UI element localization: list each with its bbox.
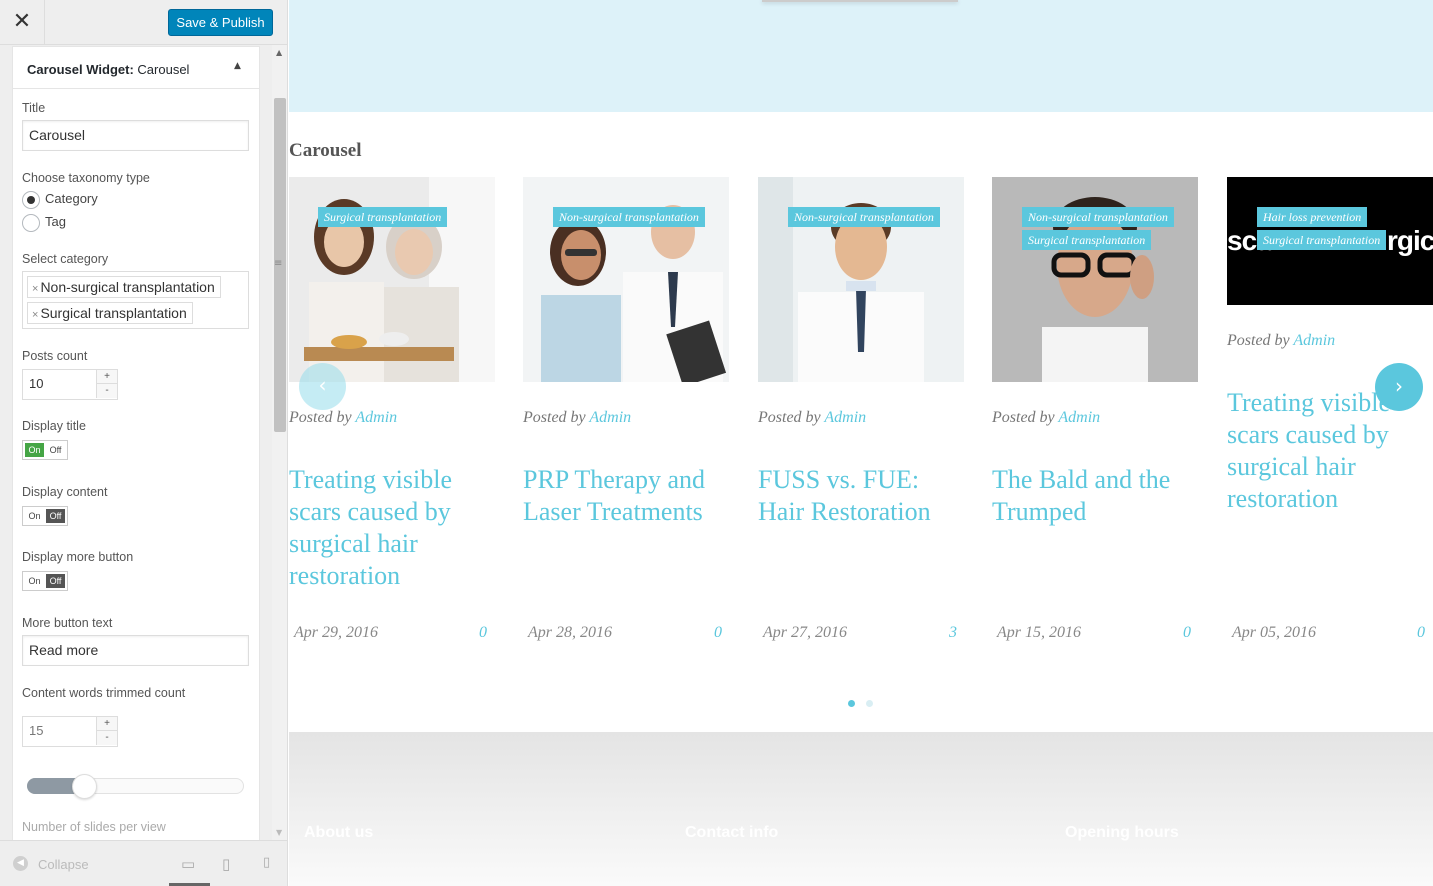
footer-heading-contact: Contact info: [685, 824, 779, 841]
collapse-button[interactable]: Collapse: [38, 857, 89, 872]
post-title-link[interactable]: FUSS vs. FUE: Hair Restoration: [758, 464, 968, 528]
author-link[interactable]: Admin: [1293, 332, 1335, 349]
panel-header: ✕ Save & Publish: [0, 0, 287, 45]
post-meta: Posted by Admin: [289, 409, 398, 426]
close-icon[interactable]: ✕: [0, 0, 45, 45]
collapse-arrow-icon[interactable]: ▲: [234, 61, 241, 71]
post-date: Apr 28, 2016: [528, 624, 612, 641]
comment-count[interactable]: 0: [1417, 624, 1425, 642]
category-chip[interactable]: × Non-surgical transplantation: [27, 276, 221, 298]
widget-header[interactable]: Carousel Widget: Carousel ▲: [13, 47, 259, 89]
post-tag[interactable]: Non-surgical transplantation: [788, 207, 940, 227]
post-title-link[interactable]: PRP Therapy and Laser Treatments: [523, 464, 733, 528]
display-content-label: Display content: [22, 485, 108, 499]
display-more-label: Display more button: [22, 550, 134, 564]
pagination-dot-active[interactable]: [848, 700, 855, 707]
category-select[interactable]: × Non-surgical transplantation × Surgical …: [22, 271, 249, 329]
comment-count[interactable]: 0: [1183, 624, 1191, 642]
posts-count-value[interactable]: 10: [29, 376, 43, 391]
hero-section: [289, 0, 1433, 112]
carousel-prev-button[interactable]: ‹: [299, 363, 346, 410]
post-meta: Posted by Admin: [992, 409, 1101, 426]
trim-count-value[interactable]: 15: [29, 723, 43, 738]
decrement-button[interactable]: -: [96, 731, 117, 745]
trim-count-label: Content words trimmed count: [22, 686, 186, 700]
display-title-toggle[interactable]: On Off: [22, 440, 68, 460]
widget-title: Carousel Widget: Carousel: [27, 62, 190, 77]
radio-category-label: Category: [45, 191, 98, 206]
trim-count-stepper[interactable]: 15 + -: [22, 716, 118, 747]
post-meta: Posted by Admin: [758, 409, 867, 426]
collapse-icon[interactable]: ◀: [13, 856, 28, 871]
category-label: Select category: [22, 252, 109, 266]
post-tag[interactable]: Non-surgical transplantation: [1022, 207, 1174, 227]
panel-footer: ◀ Collapse ▭ ▯ ▯: [0, 840, 287, 886]
post-date: Apr 29, 2016: [294, 624, 378, 641]
comment-count[interactable]: 0: [714, 624, 722, 642]
increment-button[interactable]: +: [96, 370, 117, 384]
customizer-panel: ✕ Save & Publish ▲ ≡ ▼ Carousel Widget: …: [0, 0, 288, 886]
post-date: Apr 05, 2016: [1232, 624, 1316, 641]
scroll-down-arrow-icon[interactable]: ▼: [276, 828, 282, 837]
post-title-link[interactable]: The Bald and the Trumped: [992, 464, 1202, 528]
more-text-label: More button text: [22, 616, 113, 630]
post-tag[interactable]: Surgical transplantation: [1257, 230, 1387, 250]
title-input[interactable]: Carousel: [22, 120, 249, 151]
post-meta: Posted by Admin: [1227, 332, 1336, 349]
site-footer: [289, 732, 1433, 886]
drag-handle-icon[interactable]: ≡: [274, 258, 282, 269]
radio-tag-label: Tag: [45, 214, 66, 229]
more-text-input[interactable]: Read more: [22, 635, 249, 666]
title-label: Title: [22, 101, 46, 115]
carousel-section-title: Carousel: [289, 140, 362, 161]
pagination-dot[interactable]: [866, 700, 873, 707]
comment-count[interactable]: 3: [949, 624, 957, 642]
display-content-toggle[interactable]: On Off: [22, 506, 68, 526]
tablet-icon[interactable]: ▯: [222, 855, 230, 873]
post-image-text: rgica: [1387, 225, 1433, 256]
post-tag[interactable]: Surgical transplantation: [318, 207, 448, 227]
hero-element-shadow: [762, 0, 958, 2]
save-publish-button[interactable]: Save & Publish: [168, 9, 273, 36]
increment-button[interactable]: +: [96, 717, 117, 731]
author-link[interactable]: Admin: [824, 409, 866, 426]
comment-count[interactable]: 0: [479, 624, 487, 642]
carousel-next-button[interactable]: ›: [1375, 363, 1423, 411]
post-tag[interactable]: Non-surgical transplantation: [553, 207, 705, 227]
author-link[interactable]: Admin: [1058, 409, 1100, 426]
post-tag[interactable]: Hair loss prevention: [1257, 207, 1368, 227]
decrement-button[interactable]: -: [96, 384, 117, 398]
display-title-label: Display title: [22, 419, 86, 433]
slides-slider-handle[interactable]: [72, 774, 97, 799]
post-date: Apr 27, 2016: [763, 624, 847, 641]
slides-per-view-label: Number of slides per view: [22, 820, 166, 834]
author-link[interactable]: Admin: [355, 409, 397, 426]
category-chip[interactable]: × Surgical transplantation: [27, 302, 193, 324]
footer-heading-hours: Opening hours: [1065, 824, 1179, 841]
remove-chip-icon[interactable]: ×: [32, 309, 38, 321]
remove-chip-icon[interactable]: ×: [32, 283, 38, 295]
footer-heading-about: About us: [304, 824, 374, 841]
posts-count-label: Posts count: [22, 349, 88, 363]
author-link[interactable]: Admin: [589, 409, 631, 426]
post-tag[interactable]: Surgical transplantation: [1022, 230, 1152, 250]
post-date: Apr 15, 2016: [997, 624, 1081, 641]
display-more-toggle[interactable]: On Off: [22, 571, 68, 591]
post-meta: Posted by Admin: [523, 409, 632, 426]
mobile-icon[interactable]: ▯: [263, 855, 270, 870]
radio-tag[interactable]: [22, 214, 40, 232]
taxonomy-label: Choose taxonomy type: [22, 171, 150, 185]
scroll-up-arrow-icon[interactable]: ▲: [276, 48, 282, 57]
post-title-link[interactable]: Treating visible scars caused by surgica…: [289, 464, 499, 592]
desktop-icon[interactable]: ▭: [181, 855, 195, 873]
radio-category[interactable]: [22, 191, 40, 209]
posts-count-stepper[interactable]: 10 + -: [22, 369, 118, 400]
